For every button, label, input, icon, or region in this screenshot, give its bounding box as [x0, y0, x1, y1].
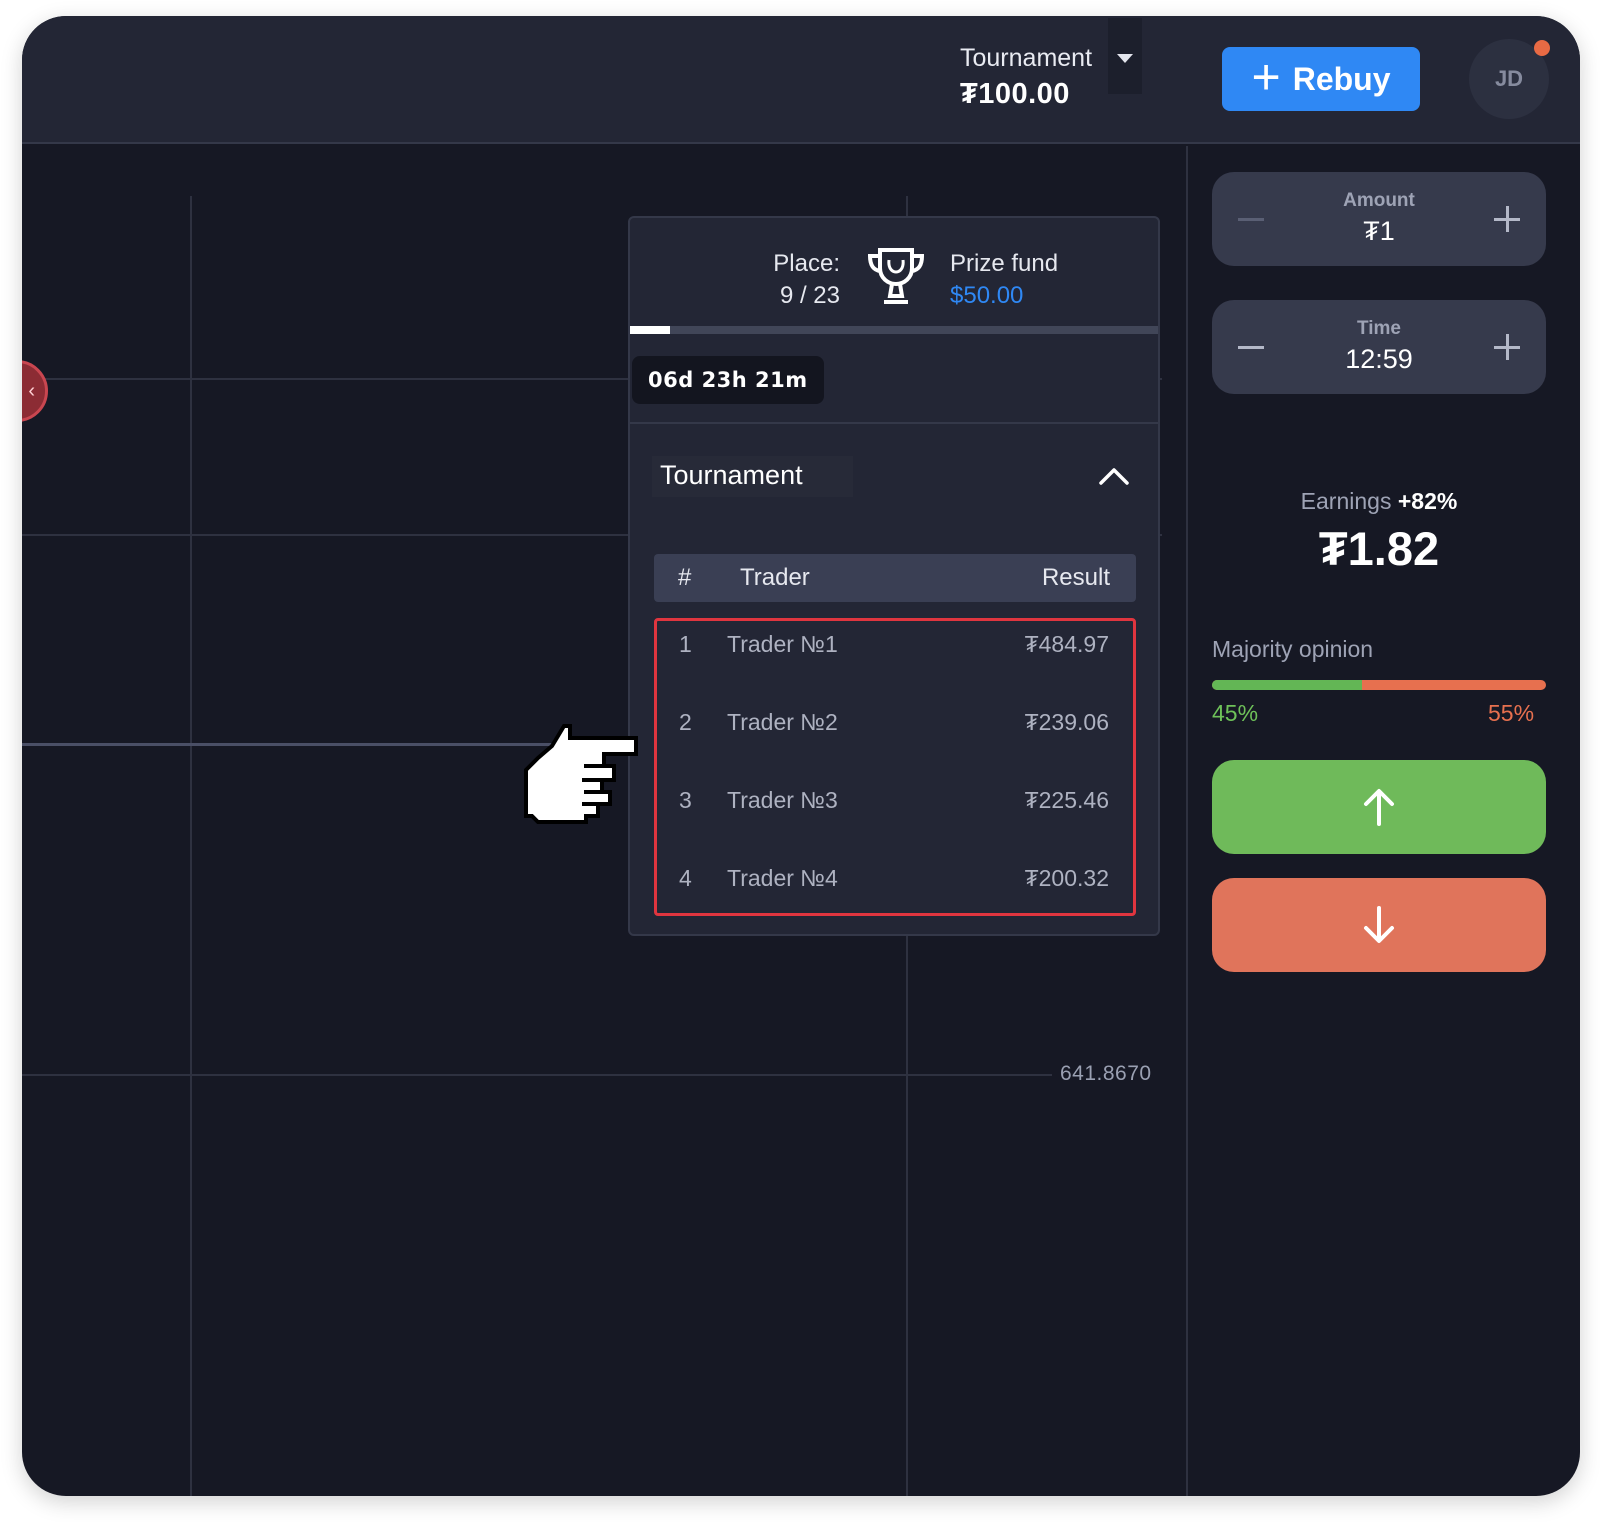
row-rank: 3 [679, 787, 692, 813]
leaderboard-header: # Trader Result [654, 554, 1136, 602]
tournament-summary: Place: 9 / 23 Prize fund $50.00 [630, 218, 1158, 328]
tournament-progress-bar [630, 326, 1158, 334]
trade-down-button[interactable] [1212, 878, 1546, 972]
earnings-label-row: Earnings +82% [1212, 488, 1546, 515]
row-rank: 1 [679, 631, 692, 657]
arrow-up-icon [1364, 789, 1394, 826]
time-control: Time 12:59 [1212, 300, 1546, 394]
row-trader: Trader №2 [727, 709, 838, 735]
divider [630, 422, 1158, 424]
earnings-value: ₮1.82 [1318, 522, 1440, 575]
place-label: Place: [773, 250, 840, 277]
time-increase-button[interactable] [1494, 334, 1520, 360]
trophy-icon [867, 248, 925, 304]
chevron-up-icon[interactable] [1092, 454, 1136, 498]
rebuy-button[interactable]: + Rebuy [1222, 47, 1420, 111]
earnings-label: Earnings [1300, 488, 1392, 514]
leaderboard-rows: 1 Trader №1 ₮484.97 2 Trader №2 ₮239.06 … [654, 618, 1136, 916]
tournament-panel: Place: 9 / 23 Prize fund $50.00 06d 23h … [628, 216, 1160, 936]
tournament-section-header[interactable]: Tournament [652, 454, 1136, 498]
row-rank: 2 [679, 709, 692, 735]
amount-control: Amount ₮1 [1212, 172, 1546, 266]
account-type: Tournament [960, 44, 1093, 72]
app-window: Tournament ₮100.00 + Rebuy JD 31 70 641.… [22, 16, 1580, 1496]
trade-marker[interactable]: ‹ [22, 360, 48, 422]
prize-value: $50.00 [950, 282, 1024, 309]
column-rank: # [678, 564, 692, 591]
table-row[interactable]: 3 Trader №3 ₮225.46 [657, 781, 1133, 821]
account-dropdown-toggle[interactable] [1108, 18, 1142, 94]
arrow-down-icon [1364, 906, 1394, 943]
column-trader: Trader [740, 564, 810, 591]
majority-opinion-label: Majority opinion [1212, 636, 1374, 662]
table-row[interactable]: 1 Trader №1 ₮484.97 [657, 625, 1133, 665]
row-result: ₮225.46 [1024, 787, 1109, 813]
majority-up-fill [1212, 680, 1363, 690]
table-row[interactable]: 4 Trader №4 ₮200.32 [657, 859, 1133, 899]
prize-fund: Prize fund $50.00 [950, 248, 1058, 312]
row-result: ₮200.32 [1024, 865, 1109, 891]
plus-icon: + [1251, 49, 1281, 105]
progress-fill [630, 326, 670, 334]
top-bar: Tournament ₮100.00 + Rebuy JD [22, 16, 1580, 144]
section-title: Tournament [652, 455, 853, 497]
prize-label: Prize fund [950, 250, 1059, 277]
row-result: ₮484.97 [1024, 631, 1109, 657]
grid-line [190, 196, 192, 1496]
row-trader: Trader №4 [727, 865, 838, 891]
row-trader: Trader №3 [727, 787, 838, 813]
row-result: ₮239.06 [1024, 709, 1109, 735]
majority-opinion-bar [1212, 680, 1546, 690]
account-switcher[interactable]: Tournament ₮100.00 [960, 42, 1092, 114]
majority-up-percent: 45% [1212, 700, 1259, 726]
row-rank: 4 [679, 865, 692, 891]
panel-divider [1186, 146, 1188, 1496]
grid-line [22, 1074, 1052, 1076]
majority-down-percent: 55% [1488, 700, 1535, 726]
place-info: Place: 9 / 23 [773, 248, 840, 312]
price-axis-label: 641.8670 [1060, 1062, 1152, 1085]
hand-pointer-icon [524, 724, 638, 824]
chevron-down-icon [1117, 54, 1133, 63]
amount-increase-button[interactable] [1494, 206, 1520, 232]
table-row[interactable]: 2 Trader №2 ₮239.06 [657, 703, 1133, 743]
place-value: 9 / 23 [779, 282, 840, 309]
notification-dot [1534, 40, 1550, 56]
earnings-percent: +82% [1397, 488, 1458, 514]
rebuy-label: Rebuy [1292, 60, 1391, 97]
trade-up-button[interactable] [1212, 760, 1546, 854]
column-result: Result [1041, 564, 1110, 591]
account-balance: ₮100.00 [960, 78, 1070, 110]
row-trader: Trader №1 [727, 631, 838, 657]
time-remaining-badge: 06d 23h 21m [632, 356, 824, 404]
earnings: Earnings +82% ₮1.82 [1212, 488, 1546, 576]
